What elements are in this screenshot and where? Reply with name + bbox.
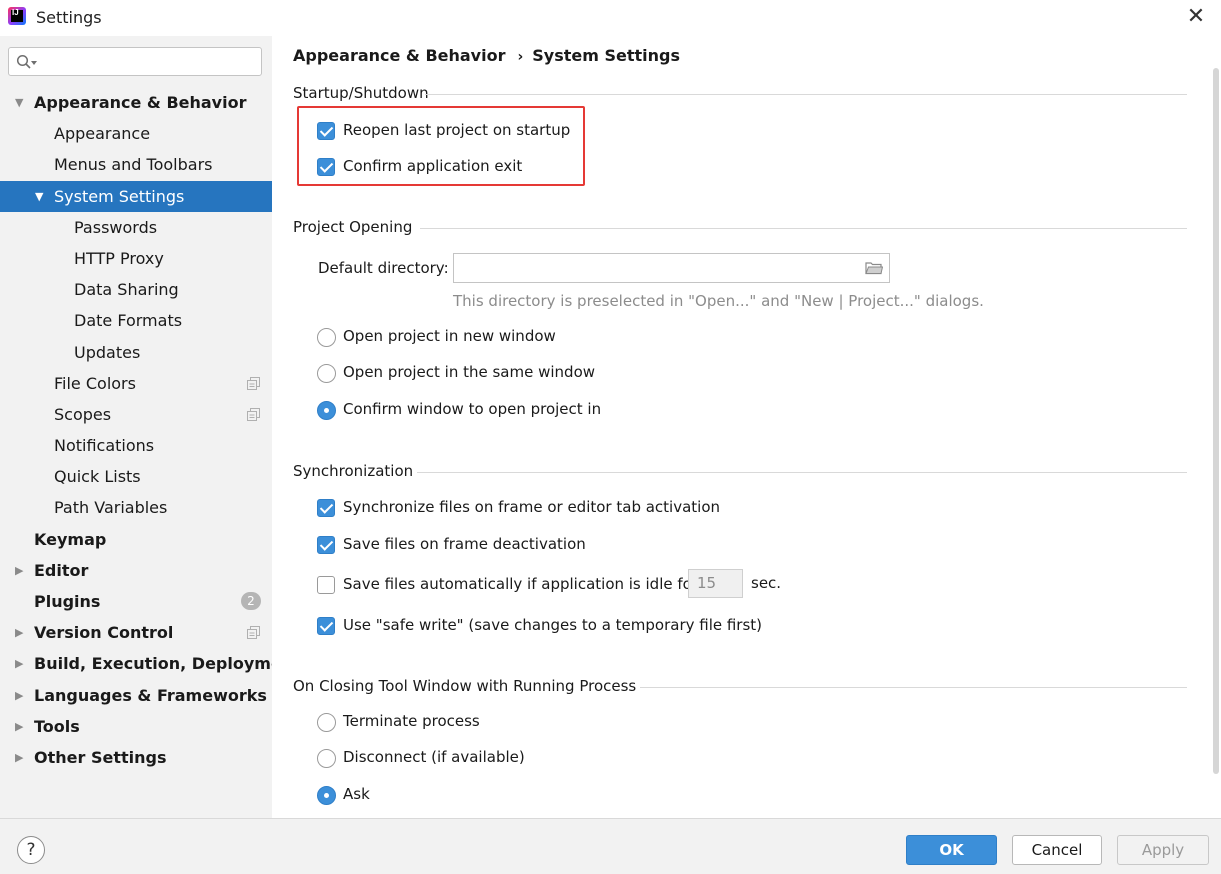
sidebar-item-scopes[interactable]: Scopes <box>0 399 272 430</box>
sidebar-item-languages-frameworks[interactable]: ▶ Languages & Frameworks <box>0 680 272 711</box>
plugins-count-badge: 2 <box>241 592 261 610</box>
radio-unselected[interactable] <box>317 713 336 732</box>
sidebar-item-version-control[interactable]: ▶ Version Control <box>0 617 272 648</box>
chevron-down-icon <box>31 61 37 65</box>
section-divider <box>417 472 1187 473</box>
collapsed-arrow-icon[interactable]: ▶ <box>15 680 23 711</box>
collapsed-arrow-icon[interactable]: ▶ <box>15 617 23 648</box>
search-input[interactable] <box>43 52 253 72</box>
sidebar-item-file-colors[interactable]: File Colors <box>0 368 272 399</box>
sidebar-item-date-formats[interactable]: Date Formats <box>0 305 272 336</box>
copy-icon <box>247 407 260 421</box>
sidebar-item-tools[interactable]: ▶ Tools <box>0 711 272 742</box>
sidebar-item-quick-lists[interactable]: Quick Lists <box>0 461 272 492</box>
sidebar-item-keymap[interactable]: Keymap <box>0 524 272 555</box>
sidebar-item-menus-toolbars[interactable]: Menus and Toolbars <box>0 149 272 180</box>
radio-unselected[interactable] <box>317 328 336 347</box>
search-icon <box>16 54 31 69</box>
breadcrumb-separator: › <box>517 49 524 65</box>
sidebar-item-http-proxy[interactable]: HTTP Proxy <box>0 243 272 274</box>
section-title-synchronization: Synchronization <box>293 462 414 480</box>
default-directory-label: Default directory: <box>318 259 449 277</box>
sidebar-item-appearance[interactable]: Appearance <box>0 118 272 149</box>
collapsed-arrow-icon[interactable]: ▶ <box>15 711 23 742</box>
checkbox-checked[interactable] <box>317 617 335 635</box>
sidebar-item-passwords[interactable]: Passwords <box>0 212 272 243</box>
section-title-startup: Startup/Shutdown <box>293 84 429 102</box>
idle-seconds-unit: sec. <box>751 574 782 592</box>
sidebar-item-appearance-behavior[interactable]: ▼ Appearance & Behavior <box>0 87 272 118</box>
default-directory-input[interactable] <box>460 258 850 278</box>
default-directory-field[interactable] <box>453 253 890 283</box>
scrollbar-thumb[interactable] <box>1213 68 1219 774</box>
expanded-arrow-icon[interactable]: ▼ <box>35 181 43 212</box>
cancel-button[interactable]: Cancel <box>1012 835 1102 865</box>
section-divider <box>420 228 1187 229</box>
radio-selected[interactable] <box>317 401 336 420</box>
collapsed-arrow-icon[interactable]: ▶ <box>15 742 23 773</box>
sidebar-item-path-variables[interactable]: Path Variables <box>0 492 272 523</box>
collapsed-arrow-icon[interactable]: ▶ <box>15 555 23 586</box>
breadcrumb-parent[interactable]: Appearance & Behavior <box>293 46 505 65</box>
sidebar-item-system-settings[interactable]: ▼ System Settings <box>0 180 272 212</box>
section-divider <box>640 687 1187 688</box>
section-title-on-closing: On Closing Tool Window with Running Proc… <box>293 677 637 695</box>
app-logo-icon: IJ <box>8 7 26 25</box>
checkbox-unchecked[interactable] <box>317 576 335 594</box>
copy-icon <box>247 626 260 640</box>
sidebar-item-notifications[interactable]: Notifications <box>0 430 272 461</box>
collapsed-arrow-icon[interactable]: ▶ <box>15 648 23 679</box>
apply-button[interactable]: Apply <box>1117 835 1209 865</box>
breadcrumb: Appearance & Behavior › System Settings <box>293 46 680 65</box>
sidebar-item-editor[interactable]: ▶ Editor <box>0 555 272 586</box>
idle-seconds-input[interactable]: 15 <box>688 569 743 598</box>
radio-selected[interactable] <box>317 786 336 805</box>
section-divider <box>425 94 1187 95</box>
radio-unselected[interactable] <box>317 364 336 383</box>
settings-tree: ▼ Appearance & Behavior Appearance Menus… <box>0 87 301 773</box>
help-button[interactable]: ? <box>17 836 45 864</box>
title-bar: IJ Settings ✕ <box>0 0 1221 36</box>
close-icon[interactable]: ✕ <box>1185 6 1207 28</box>
ok-button[interactable]: OK <box>906 835 997 865</box>
settings-content: Appearance & Behavior › System Settings St… <box>272 36 1221 818</box>
folder-icon[interactable] <box>865 261 883 275</box>
section-title-project-opening: Project Opening <box>293 218 413 236</box>
radio-unselected[interactable] <box>317 749 336 768</box>
checkbox-checked[interactable] <box>317 158 335 176</box>
dialog-footer: ? OK Cancel Apply <box>0 818 1221 874</box>
checkbox-checked[interactable] <box>317 499 335 517</box>
checkbox-checked[interactable] <box>317 536 335 554</box>
scrollbar[interactable] <box>1213 68 1219 774</box>
settings-dialog: IJ Settings ✕ ▼ Appearance & Behavior Ap… <box>0 0 1221 874</box>
sidebar-item-data-sharing[interactable]: Data Sharing <box>0 274 272 305</box>
breadcrumb-current: System Settings <box>532 46 681 65</box>
sidebar-item-updates[interactable]: Updates <box>0 337 272 368</box>
sidebar-item-build-execution-deployment[interactable]: ▶ Build, Execution, Deployment <box>0 648 301 679</box>
expanded-arrow-icon[interactable]: ▼ <box>15 87 23 118</box>
sidebar: ▼ Appearance & Behavior Appearance Menus… <box>0 36 301 818</box>
search-field[interactable] <box>8 47 262 76</box>
window-title: Settings <box>36 8 102 27</box>
default-directory-hint: This directory is preselected in "Open..… <box>453 292 984 310</box>
sidebar-item-plugins[interactable]: Plugins 2 <box>0 586 272 617</box>
checkbox-checked[interactable] <box>317 122 335 140</box>
copy-icon <box>247 376 260 390</box>
sidebar-item-other-settings[interactable]: ▶ Other Settings <box>0 742 272 773</box>
